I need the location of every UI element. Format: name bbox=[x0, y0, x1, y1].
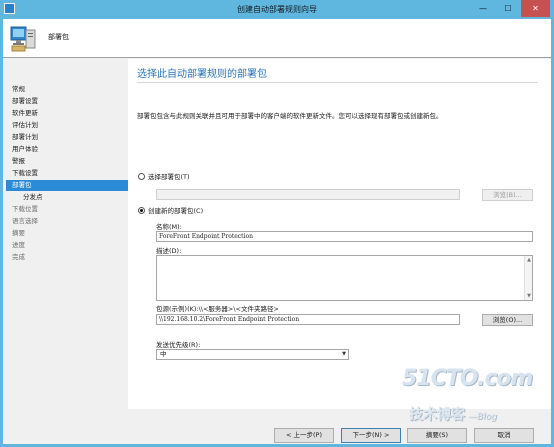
package-description-textarea[interactable]: ▲ ▼ bbox=[156, 255, 533, 301]
page-title: 选择此自动部署规则的部署包 bbox=[137, 69, 267, 80]
chevron-down-icon[interactable]: ▼ bbox=[342, 350, 346, 359]
create-new-label: 创建新的部署包(C) bbox=[148, 207, 204, 215]
nav-item-deployment-settings[interactable]: 部署设置 bbox=[12, 96, 38, 107]
computer-package-icon bbox=[10, 26, 36, 52]
priority-select[interactable]: 中 ▼ bbox=[156, 349, 349, 360]
back-button[interactable]: < 上一步(P) bbox=[274, 428, 334, 443]
wizard-window: 创建自动部署规则向导 — ☐ ✕ 部署包 常规 部署设置 软件更新 评估计划 部… bbox=[0, 0, 554, 447]
nav-item-completion: 完成 bbox=[12, 253, 25, 261]
description-label: 描述(D): bbox=[156, 247, 182, 255]
select-existing-package-radio[interactable]: 选择部署包(T) bbox=[138, 172, 190, 182]
nav-item-progress: 进度 bbox=[12, 241, 25, 249]
nav-item-deployment-package[interactable]: 部署包 bbox=[6, 180, 128, 191]
nav-item-summary: 摘要 bbox=[12, 229, 25, 237]
nav-item-general[interactable]: 常规 bbox=[12, 84, 25, 95]
radio-circle[interactable] bbox=[138, 173, 145, 180]
wizard-nav: 常规 部署设置 软件更新 评估计划 部署计划 用户体验 警报 下载设置 部署包 … bbox=[3, 59, 128, 444]
wizard-footer: < 上一步(P) 下一步(N) > 摘要(S) 取消 bbox=[128, 409, 551, 444]
priority-value: 中 bbox=[160, 350, 167, 358]
next-button[interactable]: 下一步(N) > bbox=[341, 428, 401, 443]
wizard-page: 选择此自动部署规则的部署包 部署包包含与此规则关联并且可用于部署中的客户端的软件… bbox=[128, 59, 551, 409]
title-divider bbox=[137, 82, 538, 83]
existing-package-field bbox=[156, 189, 460, 200]
create-new-package-radio[interactable]: 创建新的部署包(C) bbox=[138, 206, 203, 216]
header-title: 部署包 bbox=[48, 33, 69, 41]
scroll-up-icon[interactable]: ▲ bbox=[525, 256, 532, 264]
package-name-input[interactable]: ForeFront Endpoint Protection bbox=[156, 231, 533, 242]
radio-circle-checked[interactable] bbox=[138, 207, 145, 214]
nav-item-distribution-points[interactable]: 分发点 bbox=[23, 192, 43, 203]
name-label: 名称(M): bbox=[156, 223, 182, 231]
select-existing-label: 选择部署包(T) bbox=[148, 173, 190, 181]
title-bar[interactable]: 创建自动部署规则向导 — ☐ ✕ bbox=[0, 0, 554, 19]
nav-item-user-experience[interactable]: 用户体验 bbox=[12, 144, 38, 155]
nav-item-download-location: 下载位置 bbox=[12, 205, 38, 213]
nav-item-language-selection: 语言选择 bbox=[12, 217, 38, 225]
wizard-header: 部署包 bbox=[3, 19, 551, 58]
nav-item-evaluation-schedule[interactable]: 评估计划 bbox=[12, 120, 38, 131]
cancel-button[interactable]: 取消 bbox=[474, 428, 534, 443]
nav-item-alerts[interactable]: 警报 bbox=[12, 156, 25, 167]
description-scrollbar[interactable]: ▲ ▼ bbox=[524, 256, 532, 300]
nav-item-download-settings[interactable]: 下载设置 bbox=[12, 168, 38, 179]
source-label: 包源(示例)(K):\\<服务器>\<文件夹路径> bbox=[156, 305, 279, 313]
page-description: 部署包包含与此规则关联并且可用于部署中的客户端的软件更新文件。您可以选择现有部署… bbox=[137, 112, 443, 120]
nav-item-software-updates[interactable]: 软件更新 bbox=[12, 108, 38, 119]
priority-label: 发送优先级(R): bbox=[156, 341, 201, 349]
browse-source-button[interactable]: 浏览(O)... bbox=[482, 314, 533, 326]
maximize-button[interactable]: ☐ bbox=[496, 0, 520, 17]
minimize-button[interactable]: — bbox=[471, 0, 495, 17]
package-source-input[interactable]: \\192.168.10.2\ForeFront Endpoint Protec… bbox=[156, 314, 460, 325]
close-button[interactable]: ✕ bbox=[521, 0, 550, 17]
wizard-client: 部署包 常规 部署设置 软件更新 评估计划 部署计划 用户体验 警报 下载设置 … bbox=[3, 19, 551, 444]
summary-button[interactable]: 摘要(S) bbox=[407, 428, 467, 443]
browse-existing-button: 浏览(B)... bbox=[482, 189, 533, 201]
scroll-down-icon[interactable]: ▼ bbox=[525, 292, 532, 300]
nav-item-deployment-schedule[interactable]: 部署计划 bbox=[12, 132, 38, 143]
